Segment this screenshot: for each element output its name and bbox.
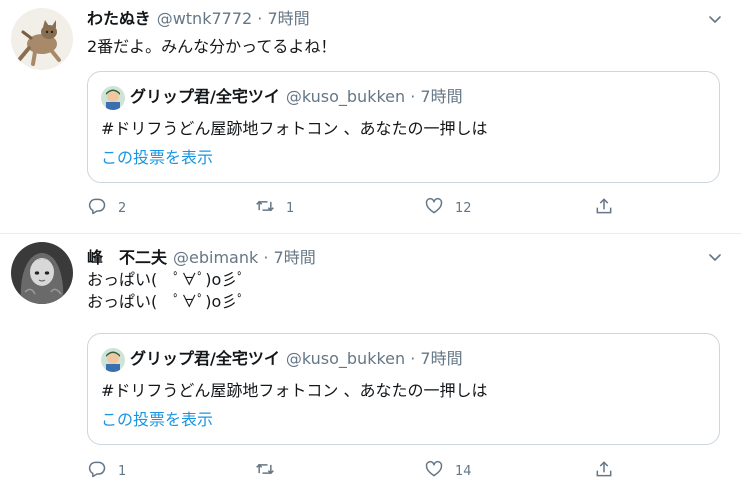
show-poll-link[interactable]: この投票を表示 (101, 409, 213, 431)
separator-dot: · (410, 87, 416, 106)
tweet-text: 2番だよ。みんな分かってるよね！ (87, 37, 337, 56)
quoted-header: グリップ君/全宅ツイ @kuso_bukken · 7時間 (130, 348, 463, 370)
quoted-display-name[interactable]: グリップ君/全宅ツイ (130, 349, 280, 368)
timestamp[interactable]: 7時間 (274, 248, 316, 267)
tweet-text: おっぱい( ﾟ∀ﾟ)o彡ﾟ おっぱい( ﾟ∀ﾟ)o彡ﾟ (87, 270, 246, 311)
separator-dot: · (410, 349, 416, 368)
quoted-header: グリップ君/全宅ツイ @kuso_bukken · 7時間 (130, 86, 463, 108)
avatar[interactable] (11, 8, 73, 70)
like-count: 12 (455, 200, 472, 216)
show-poll-link[interactable]: この投票を表示 (101, 147, 213, 169)
share-button[interactable] (594, 459, 625, 483)
reply-button[interactable]: 2 (87, 196, 126, 220)
reply-icon (87, 196, 107, 220)
tweet-actions: 1 14 (87, 459, 627, 483)
display-name[interactable]: わたぬき (87, 9, 151, 28)
quoted-user-handle[interactable]: @kuso_bukken (286, 87, 405, 106)
display-name[interactable]: 峰 不二夫 (87, 248, 167, 267)
retweet-icon (255, 459, 275, 483)
user-handle[interactable]: @wtnk7772 (157, 9, 252, 28)
quoted-tweet[interactable]: グリップ君/全宅ツイ @kuso_bukken · 7時間 #ドリフうどん屋跡地フ… (87, 71, 720, 183)
avatar[interactable] (11, 242, 73, 304)
retweet-button[interactable]: 1 (255, 196, 294, 220)
separator-dot: · (257, 9, 263, 28)
quoted-text: #ドリフうどん屋跡地フォトコン 、あなたの一押しは (101, 381, 488, 400)
quoted-avatar (101, 86, 125, 110)
tweet-actions: 2 1 12 (87, 196, 627, 220)
share-icon (594, 196, 614, 220)
quoted-avatar (101, 348, 125, 372)
reply-icon (87, 459, 107, 483)
reply-button[interactable]: 1 (87, 459, 126, 483)
quoted-timestamp: 7時間 (420, 87, 463, 106)
quoted-timestamp: 7時間 (420, 349, 463, 368)
quoted-tweet[interactable]: グリップ君/全宅ツイ @kuso_bukken · 7時間 #ドリフうどん屋跡地フ… (87, 333, 720, 445)
like-button[interactable]: 14 (424, 459, 472, 483)
chevron-down-icon[interactable] (707, 249, 723, 265)
retweet-icon (255, 196, 275, 220)
quoted-user-handle[interactable]: @kuso_bukken (286, 349, 405, 368)
tweet-header: わたぬき @wtnk7772 · 7時間 (87, 9, 310, 29)
quoted-text: #ドリフうどん屋跡地フォトコン 、あなたの一押しは (101, 119, 488, 138)
retweet-count: 1 (286, 200, 295, 216)
tweet[interactable]: 峰 不二夫 @ebimank · 7時間 おっぱい( ﾟ∀ﾟ)o彡ﾟ おっぱい( … (0, 234, 741, 486)
reply-count: 2 (118, 200, 127, 216)
separator-dot: · (263, 248, 269, 267)
tweet[interactable]: わたぬき @wtnk7772 · 7時間 2番だよ。みんな分かってるよね！ グリッ… (0, 0, 741, 233)
like-button[interactable]: 12 (424, 196, 472, 220)
share-button[interactable] (594, 196, 625, 220)
like-icon (424, 459, 444, 483)
timestamp[interactable]: 7時間 (267, 9, 309, 28)
retweet-button[interactable] (255, 459, 286, 483)
chevron-down-icon[interactable] (707, 11, 723, 27)
quoted-display-name[interactable]: グリップ君/全宅ツイ (130, 87, 280, 106)
like-icon (424, 196, 444, 220)
user-handle[interactable]: @ebimank (173, 248, 258, 267)
share-icon (594, 459, 614, 483)
like-count: 14 (455, 463, 472, 479)
reply-count: 1 (118, 463, 127, 479)
tweet-header: 峰 不二夫 @ebimank · 7時間 (87, 248, 316, 268)
